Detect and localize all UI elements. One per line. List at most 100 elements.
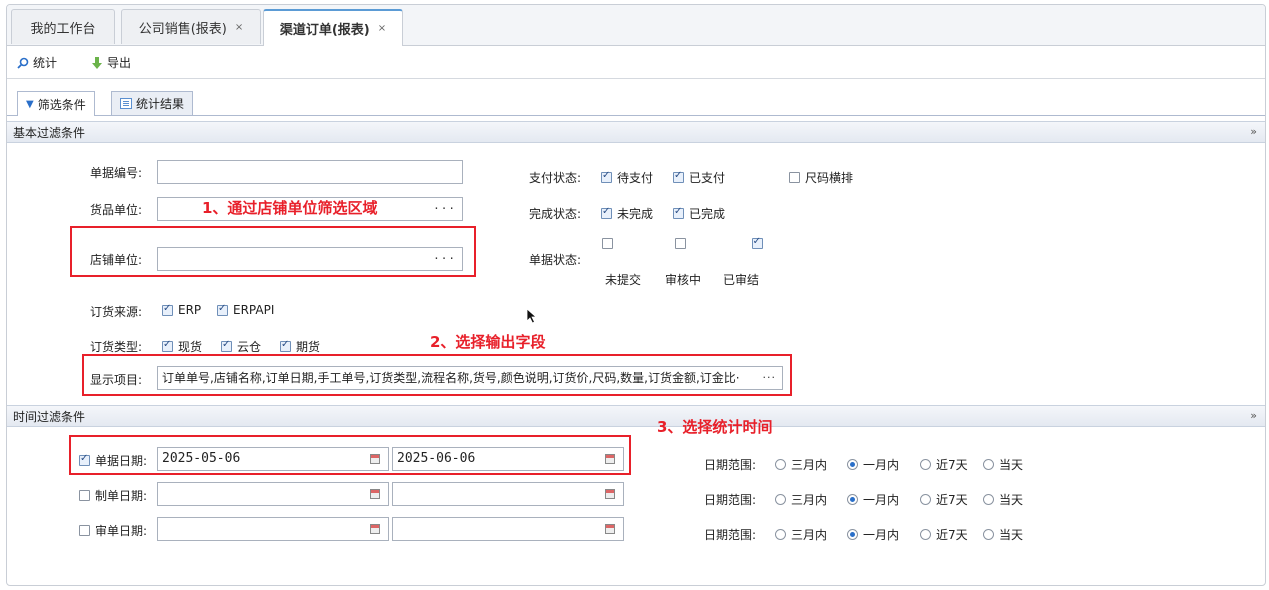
order-type-label: 订货类型: — [90, 340, 143, 354]
date-range-option[interactable]: 一月内 — [847, 456, 899, 473]
order-type-future[interactable]: 期货 — [280, 338, 320, 355]
time-filter-header[interactable]: 时间过滤条件 » — [7, 405, 1265, 427]
annotation-box-store — [70, 226, 476, 277]
radio-icon[interactable] — [847, 529, 858, 540]
search-icon — [17, 57, 29, 69]
checkbox-icon[interactable] — [162, 339, 173, 352]
checkbox-icon[interactable] — [601, 170, 612, 183]
doc-status-label: 单据状态: — [529, 253, 582, 267]
audit-date-to[interactable] — [392, 517, 624, 541]
mouse-cursor-icon — [526, 308, 537, 324]
tab-bar: 我的工作台 公司销售(报表) × 渠道订单(报表) × — [7, 5, 1265, 46]
size-horizontal[interactable]: 尺码横排 — [789, 169, 853, 186]
goods-unit-label: 货品单位: — [90, 203, 143, 217]
order-source-erp[interactable]: ERP — [162, 303, 201, 317]
date-range-option[interactable]: 三月内 — [775, 456, 827, 473]
radio-icon[interactable] — [775, 459, 786, 470]
radio-icon[interactable] — [920, 494, 931, 505]
radio-icon[interactable] — [847, 459, 858, 470]
date-range-option[interactable]: 三月内 — [775, 491, 827, 508]
tab-label: 公司销售(报表) — [138, 21, 227, 37]
date-range-option[interactable]: 一月内 — [847, 491, 899, 508]
list-icon — [120, 98, 132, 109]
tab-workbench[interactable]: 我的工作台 — [11, 9, 115, 44]
radio-icon[interactable] — [920, 529, 931, 540]
radio-icon[interactable] — [775, 494, 786, 505]
pay-pending[interactable]: 待支付 — [601, 169, 653, 186]
doc-status-approved-checkbox[interactable] — [751, 236, 763, 249]
calendar-icon[interactable] — [605, 489, 615, 499]
create-date-toggle[interactable]: 制单日期: — [79, 487, 147, 504]
annotation-box-display — [82, 354, 792, 396]
radio-icon[interactable] — [920, 459, 931, 470]
finish-undone[interactable]: 未完成 — [601, 205, 653, 222]
date-range-option[interactable]: 近7天 — [920, 491, 968, 508]
checkbox-icon[interactable] — [601, 206, 612, 219]
radio-icon[interactable] — [775, 529, 786, 540]
finish-status-label: 完成状态: — [529, 207, 582, 221]
date-range-label: 日期范围: — [704, 458, 757, 472]
tab-company-sales[interactable]: 公司销售(报表) × — [121, 9, 261, 44]
checkbox-icon[interactable] — [789, 172, 800, 183]
tab-filter[interactable]: ▼ 筛选条件 — [17, 91, 95, 116]
checkbox-icon[interactable] — [79, 490, 90, 501]
create-date-to[interactable] — [392, 482, 624, 506]
doc-status-unsubmitted: 未提交 — [605, 273, 642, 287]
export-button[interactable]: 导出 — [91, 54, 131, 71]
more-icon[interactable]: ··· — [433, 198, 456, 220]
checkbox-icon[interactable] — [280, 339, 291, 352]
date-range-option[interactable]: 当天 — [983, 456, 1023, 473]
radio-icon[interactable] — [983, 494, 994, 505]
radio-icon[interactable] — [847, 494, 858, 505]
annotation-note-1: 1、通过店铺单位筛选区域 — [202, 199, 378, 217]
collapse-icon[interactable]: » — [1250, 125, 1257, 138]
doc-no-label: 单据编号: — [90, 166, 143, 180]
annotation-note-3: 3、选择统计时间 — [657, 418, 773, 436]
toolbar: 统计 导出 — [7, 46, 1265, 79]
stat-button[interactable]: 统计 — [17, 54, 57, 71]
audit-date-from[interactable] — [157, 517, 389, 541]
close-icon[interactable]: × — [235, 22, 243, 33]
arrow-down-icon — [92, 56, 102, 69]
audit-date-toggle[interactable]: 审单日期: — [79, 522, 147, 539]
close-icon[interactable]: × — [378, 23, 386, 34]
checkbox-icon[interactable] — [673, 206, 684, 219]
checkbox-icon[interactable] — [79, 525, 90, 536]
tab-channel-orders[interactable]: 渠道订单(报表) × — [263, 9, 403, 46]
subtab-bar: ▼ 筛选条件 统计结果 — [7, 89, 1265, 116]
calendar-icon[interactable] — [370, 524, 380, 534]
doc-no-input[interactable] — [157, 160, 463, 184]
order-source-label: 订货来源: — [90, 305, 143, 319]
order-type-spot[interactable]: 现货 — [162, 338, 202, 355]
checkbox-icon[interactable] — [221, 339, 232, 352]
collapse-icon[interactable]: » — [1250, 409, 1257, 422]
doc-status-reviewing-checkbox[interactable] — [674, 238, 686, 249]
checkbox-icon[interactable] — [162, 303, 173, 316]
create-date-from[interactable] — [157, 482, 389, 506]
date-range-option[interactable]: 近7天 — [920, 456, 968, 473]
pay-paid[interactable]: 已支付 — [673, 169, 725, 186]
order-source-erpapi[interactable]: ERPAPI — [217, 303, 274, 317]
calendar-icon[interactable] — [370, 489, 380, 499]
doc-status-unsubmitted-checkbox[interactable] — [602, 238, 613, 249]
calendar-icon[interactable] — [605, 524, 615, 534]
funnel-icon: ▼ — [26, 98, 34, 110]
date-range-label: 日期范围: — [704, 528, 757, 542]
date-range-option[interactable]: 近7天 — [920, 526, 968, 543]
finish-done[interactable]: 已完成 — [673, 205, 725, 222]
order-type-cloud[interactable]: 云仓 — [221, 338, 261, 355]
date-range-option[interactable]: 当天 — [983, 526, 1023, 543]
tab-label: 渠道订单(报表) — [279, 23, 370, 38]
date-range-option[interactable]: 当天 — [983, 491, 1023, 508]
date-range-option[interactable]: 一月内 — [847, 526, 899, 543]
checkbox-icon[interactable] — [673, 170, 684, 183]
checkbox-icon[interactable] — [217, 303, 228, 316]
doc-status-reviewing: 审核中 — [665, 273, 702, 287]
tab-label: 我的工作台 — [30, 21, 96, 37]
date-range-option[interactable]: 三月内 — [775, 526, 827, 543]
radio-icon[interactable] — [983, 529, 994, 540]
tab-result[interactable]: 统计结果 — [111, 91, 194, 115]
radio-icon[interactable] — [983, 459, 994, 470]
annotation-note-2: 2、选择输出字段 — [430, 333, 546, 351]
basic-filter-header[interactable]: 基本过滤条件 » — [7, 121, 1265, 143]
